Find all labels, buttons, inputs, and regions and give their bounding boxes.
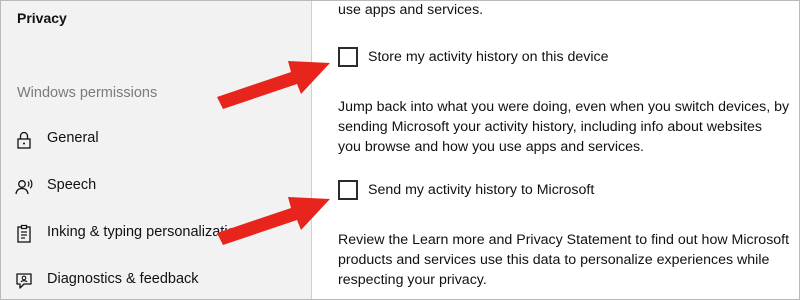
sidebar-item-diagnostics-feedback[interactable]: Diagnostics & feedback: [1, 262, 311, 298]
description-line: products and services use this data to p…: [338, 252, 770, 268]
send-activity-history-checkbox[interactable]: [338, 180, 358, 200]
description-line: you browse and how you use apps and serv…: [338, 139, 645, 155]
sidebar-item-label: Diagnostics & feedback: [47, 271, 199, 287]
store-activity-history-label[interactable]: Store my activity history on this device: [368, 47, 609, 67]
feedback-icon: [16, 273, 32, 289]
speech-icon: [15, 179, 33, 195]
sidebar-item-inking-typing[interactable]: Inking & typing personalizatio: [1, 215, 311, 251]
settings-window: Privacy Windows permissions General Spee…: [0, 0, 800, 300]
main-content: use apps and services. Store my activity…: [312, 1, 799, 299]
store-activity-history-checkbox[interactable]: [338, 47, 358, 67]
sidebar-item-label: General: [47, 130, 99, 146]
description-line: sending Microsoft your activity history,…: [338, 119, 762, 135]
sidebar-item-general[interactable]: General: [1, 121, 311, 157]
page-title: Privacy: [17, 10, 67, 26]
privacy-statement-description: Review the Learn more and Privacy Statem…: [338, 230, 789, 290]
description-line: Jump back into what you were doing, even…: [338, 99, 790, 115]
inking-clipboard-icon: [17, 224, 31, 243]
sidebar: Privacy Windows permissions General Spee…: [1, 1, 312, 299]
section-label-windows-permissions: Windows permissions: [17, 85, 158, 101]
sidebar-item-label: Inking & typing personalizatio: [47, 224, 236, 240]
activity-history-description: Jump back into what you were doing, even…: [338, 97, 789, 157]
description-line: Review the Learn more and Privacy Statem…: [338, 232, 790, 248]
lock-icon: [17, 131, 31, 149]
intro-text-tail: use apps and services.: [338, 2, 484, 18]
description-line: respecting your privacy.: [338, 272, 487, 288]
sidebar-item-speech[interactable]: Speech: [1, 168, 311, 204]
sidebar-item-label: Speech: [47, 177, 97, 193]
send-activity-history-label[interactable]: Send my activity history to Microsoft: [368, 180, 594, 200]
